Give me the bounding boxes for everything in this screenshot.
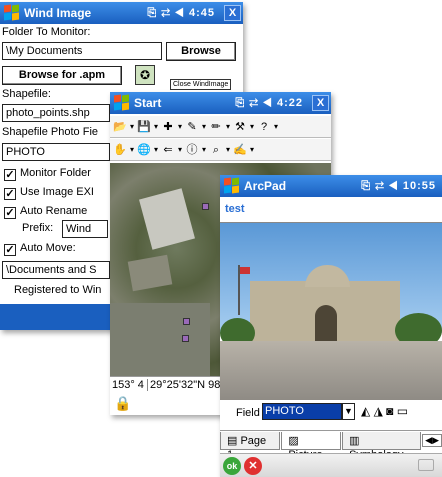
chevron-down-icon[interactable]: ▾	[153, 141, 159, 159]
chevron-down-icon[interactable]: ▾	[225, 141, 231, 159]
chevron-down-icon[interactable]: ▾	[201, 118, 207, 136]
gps-icon[interactable]: ✎	[184, 118, 200, 136]
chevron-down-icon[interactable]: ▾	[273, 118, 279, 136]
arcpad-window: ArcPad ⎘ ⇄ ◀ 10:55 test Field PHOTO ▼ ◭ …	[220, 175, 442, 477]
window-title: Start	[134, 96, 162, 110]
status-icons: ⎘ ⇄ ◀ 10:55	[361, 179, 436, 192]
status-icons: ⎘ ⇄ ◀ 4:22	[235, 96, 303, 109]
use-exif-checkbox[interactable]: ✓ Use Image EXI	[4, 186, 94, 200]
check-icon[interactable]: ✓	[4, 207, 16, 219]
lock-icon[interactable]: 🔒	[114, 395, 131, 412]
prefix-label: Prefix:	[22, 222, 54, 234]
chevron-down-icon[interactable]: ▾	[225, 118, 231, 136]
folder-input[interactable]: \My Documents	[2, 42, 162, 60]
pan-hand-icon[interactable]: ✋	[112, 141, 128, 159]
monitor-folder-checkbox[interactable]: ✓ Monitor Folder	[4, 167, 91, 181]
rotate-right-icon[interactable]: ◮	[374, 404, 383, 418]
open-folder-icon[interactable]: 📂	[112, 118, 128, 136]
windows-start-icon[interactable]	[114, 94, 130, 111]
field-label: Field	[236, 407, 260, 419]
close-windimage-button[interactable]: Close WindImage	[170, 79, 232, 90]
back-arrow-icon[interactable]: ⇐	[160, 141, 176, 159]
picture-tools: ◭ ◮ ◙ ▭	[361, 404, 408, 418]
photo-field-label: Shapefile Photo Fie	[2, 126, 99, 138]
camera-icon[interactable]: ◙	[386, 404, 393, 418]
cancel-icon[interactable]: ✕	[244, 457, 262, 475]
browse-apm-button[interactable]: Browse for .apm	[2, 66, 122, 85]
add-layer-icon[interactable]: ✚	[160, 118, 176, 136]
photo-point-marker[interactable]	[202, 203, 209, 210]
open-folder-icon[interactable]: ▭	[397, 404, 408, 418]
wind-image-titlebar: Wind Image ⎘ ⇄ ◀ 4:45 X	[0, 2, 243, 24]
chevron-down-icon[interactable]: ▼	[342, 403, 355, 420]
shapefile-input[interactable]: photo_points.shp	[2, 104, 110, 122]
auto-rename-checkbox[interactable]: ✓ Auto Rename	[4, 205, 87, 219]
flag	[240, 267, 250, 274]
alamo-door	[315, 305, 337, 341]
field-select[interactable]: PHOTO	[262, 403, 342, 420]
chevron-down-icon[interactable]: ▾	[177, 118, 183, 136]
window-title: Wind Image	[24, 6, 92, 20]
photo-point-marker[interactable]	[182, 335, 189, 342]
chevron-down-icon[interactable]: ▾	[249, 141, 255, 159]
keyboard-icon[interactable]	[418, 459, 434, 471]
save-icon[interactable]: 💾	[136, 118, 152, 136]
start-titlebar: Start ⎘ ⇄ ◀ 4:22 X	[110, 92, 331, 114]
chevron-down-icon[interactable]: ▾	[129, 141, 135, 159]
toolbar-top: 📂 ▾ 💾 ▾ ✚ ▾ ✎ ▾ ✏ ▾ ⚒ ▾ ? ▾	[110, 116, 331, 138]
rotate-left-icon[interactable]: ◭	[361, 404, 370, 418]
coordinate-readout: 29°25'32"N 98	[147, 379, 221, 391]
check-icon[interactable]: ✓	[4, 244, 16, 256]
tab-picture[interactable]: ▨ Picture	[281, 431, 342, 461]
check-icon[interactable]: ✓	[4, 169, 16, 181]
window-title: ArcPad	[244, 179, 287, 193]
photo-picture	[220, 222, 442, 400]
chevron-down-icon[interactable]: ▾	[177, 141, 183, 159]
move-path-input[interactable]: \Documents and S	[2, 261, 110, 279]
clock: 4:22	[276, 96, 303, 109]
pen-icon[interactable]: ✍	[232, 141, 248, 159]
edit-icon[interactable]: ✏	[208, 118, 224, 136]
heading-readout: 153° 4	[112, 379, 144, 391]
close-button[interactable]: X	[312, 95, 329, 111]
app-icon[interactable]: ✪	[135, 65, 155, 85]
layer-name: test	[225, 203, 245, 215]
tab-bar: ▤ Page 1 ▨ Picture ▥ Symbology ◀▶	[220, 430, 442, 461]
windows-start-icon[interactable]	[224, 177, 240, 194]
chevron-down-icon[interactable]: ▾	[129, 118, 135, 136]
chevron-down-icon[interactable]: ▾	[249, 118, 255, 136]
street-area	[110, 303, 210, 376]
browse-button[interactable]: Browse	[166, 42, 236, 61]
tab-scroll-arrows[interactable]: ◀▶	[422, 434, 442, 447]
tab-symbology[interactable]: ▥ Symbology	[342, 431, 422, 461]
check-icon[interactable]: ✓	[4, 188, 16, 200]
registration-text: Registered to Win	[14, 284, 102, 296]
command-bar: ok ✕	[220, 453, 442, 477]
chevron-down-icon[interactable]: ▾	[153, 118, 159, 136]
building-roof	[139, 188, 195, 250]
tools-icon[interactable]: ⚒	[232, 118, 248, 136]
auto-move-checkbox[interactable]: ✓ Auto Move:	[4, 242, 76, 256]
find-binoculars-icon[interactable]: ⌕	[208, 141, 224, 159]
globe-icon[interactable]: 🌐	[136, 141, 152, 159]
photo-field-input[interactable]: PHOTO	[2, 143, 110, 161]
help-icon[interactable]: ?	[256, 118, 272, 136]
status-icons: ⎘ ⇄ ◀ 4:45	[147, 6, 215, 19]
info-icon[interactable]: ⓘ	[184, 141, 200, 159]
ok-button[interactable]: ok	[223, 457, 241, 475]
toolbar-bottom: ✋ ▾ 🌐 ▾ ⇐ ▾ ⓘ ▾ ⌕ ▾ ✍ ▾	[110, 139, 331, 161]
close-button[interactable]: X	[224, 5, 241, 21]
plaza	[220, 341, 442, 400]
clock: 10:55	[402, 179, 436, 192]
prefix-input[interactable]: Wind	[62, 220, 108, 238]
tab-page-1[interactable]: ▤ Page 1	[220, 431, 281, 461]
chevron-down-icon[interactable]: ▾	[201, 141, 207, 159]
photo-point-marker[interactable]	[183, 318, 190, 325]
clock: 4:45	[188, 6, 215, 19]
building-roof	[127, 254, 173, 292]
folder-label: Folder To Monitor:	[2, 26, 91, 38]
arcpad-titlebar: ArcPad ⎘ ⇄ ◀ 10:55	[220, 175, 442, 197]
windows-start-icon[interactable]	[4, 4, 20, 21]
shapefile-label: Shapefile:	[2, 88, 51, 100]
